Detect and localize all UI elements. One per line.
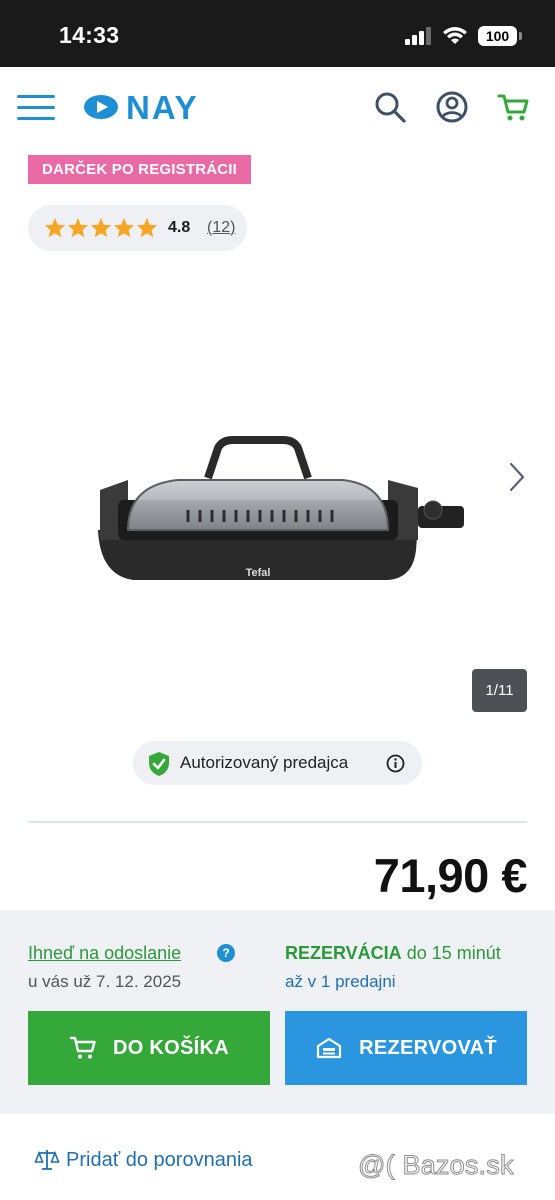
store-icon (316, 1037, 342, 1059)
reservation-info: REZERVÁCIA do 15 minút (285, 943, 501, 964)
menu-icon[interactable] (17, 95, 55, 121)
battery-tip (519, 32, 522, 40)
product-price: 71,90 € (373, 849, 528, 902)
rating-summary[interactable]: 4.8 (12) (28, 205, 247, 251)
gallery-counter: 1/11 (472, 669, 527, 712)
shipping-date: u vás už 7. 12. 2025 (28, 972, 182, 991)
product-image[interactable]: Tefal (88, 430, 478, 600)
bazos-watermark: @( Bazos.sk (358, 1150, 514, 1181)
account-icon[interactable] (434, 89, 470, 125)
site-header: NAY (0, 67, 555, 147)
reservation-stores: až v 1 predajni (285, 972, 396, 991)
star-icon (136, 217, 158, 238)
authorized-seller-label: Autorizovaný predajca (180, 753, 349, 772)
reserve-button[interactable]: REZERVOVAŤ (285, 1011, 527, 1085)
rating-value: 4.8 (168, 219, 191, 236)
logo-text: NAY (126, 93, 199, 121)
availability-section: Ihneď na odoslanie ? u vás už 7. 12. 202… (0, 910, 555, 1114)
status-bar: 14:33 100 (0, 0, 555, 67)
divider (28, 821, 527, 823)
nay-logo[interactable]: NAY (82, 93, 260, 121)
status-time: 14:33 (59, 22, 120, 48)
shield-check-icon (149, 752, 169, 776)
reservation-label: REZERVÁCIA (285, 943, 402, 963)
reservation-time: do 15 minút (401, 943, 501, 963)
star-icon (113, 217, 135, 238)
cart-icon[interactable] (496, 89, 532, 125)
review-count-link[interactable]: (12) (207, 219, 235, 237)
add-to-compare-link[interactable]: Pridať do porovnania (34, 1148, 253, 1172)
wifi-icon (443, 27, 467, 44)
star-icon (67, 217, 89, 238)
promo-badge[interactable]: DARČEK PO REGISTRÁCII (28, 155, 252, 184)
product-brand: Tefal (246, 567, 271, 579)
shipping-availability-link[interactable]: Ihneď na odoslanie (28, 943, 181, 964)
authorized-seller-badge[interactable]: Autorizovaný predajca (133, 741, 422, 785)
scale-icon (34, 1150, 60, 1170)
star-icon (90, 217, 112, 238)
reserve-label: REZERVOVAŤ (359, 1036, 497, 1059)
cart-icon (69, 1036, 96, 1059)
star-rating (44, 217, 158, 238)
add-to-cart-label: DO KOŠÍKA (112, 1036, 230, 1059)
add-to-compare-label: Pridať do porovnania (66, 1148, 253, 1171)
battery-indicator: 100 (478, 26, 517, 46)
info-icon[interactable] (386, 754, 405, 773)
chevron-right-icon[interactable] (505, 460, 529, 494)
signal-icon (405, 27, 431, 45)
star-icon (44, 217, 66, 238)
help-icon[interactable]: ? (217, 944, 235, 962)
review-count: 12 (212, 219, 231, 236)
search-icon[interactable] (372, 89, 408, 125)
add-to-cart-button[interactable]: DO KOŠÍKA (28, 1011, 270, 1085)
